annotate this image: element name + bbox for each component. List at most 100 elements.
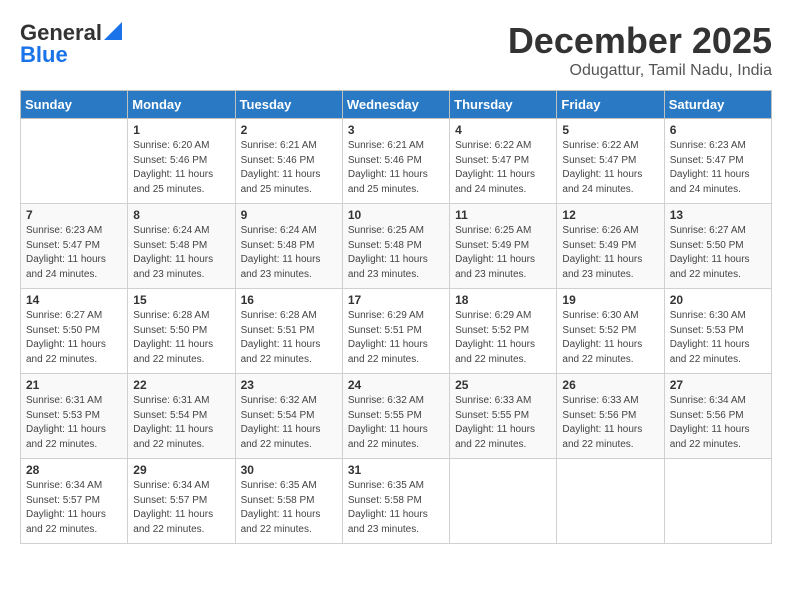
logo-triangle-icon (104, 22, 122, 40)
day-number: 3 (348, 123, 444, 137)
calendar-cell: 15 Sunrise: 6:28 AMSunset: 5:50 PMDayligh… (128, 289, 235, 374)
calendar-cell: 5 Sunrise: 6:22 AMSunset: 5:47 PMDaylight… (557, 119, 664, 204)
cell-sun-info: Sunrise: 6:32 AMSunset: 5:54 PMDaylight:… (241, 394, 337, 452)
calendar-cell: 17 Sunrise: 6:29 AMSunset: 5:51 PMDayligh… (342, 289, 449, 374)
calendar-cell: 22Sunrise: 6:31 AMSunset: 5:54 PMDayligh… (128, 374, 235, 459)
day-number: 13 (670, 208, 766, 222)
cell-sun-info: Sunrise: 6:30 AMSunset: 5:52 PMDaylight:… (562, 309, 658, 367)
day-number: 25 (455, 378, 551, 392)
day-number: 6 (670, 123, 766, 137)
calendar-cell: 25 Sunrise: 6:33 AMSunset: 5:55 PMDayligh… (450, 374, 557, 459)
day-number: 21 (26, 378, 122, 392)
calendar-cell: 3 Sunrise: 6:21 AMSunset: 5:46 PMDaylight… (342, 119, 449, 204)
day-header-tuesday: Tuesday (235, 91, 342, 119)
calendar-cell: 27 Sunrise: 6:34 AMSunset: 5:56 PMDayligh… (664, 374, 771, 459)
day-number: 26 (562, 378, 658, 392)
day-number: 12 (562, 208, 658, 222)
day-number: 7 (26, 208, 122, 222)
calendar-cell: 10Sunrise: 6:25 AMSunset: 5:48 PMDayligh… (342, 204, 449, 289)
day-number: 17 (348, 293, 444, 307)
day-number: 5 (562, 123, 658, 137)
cell-sun-info: Sunrise: 6:22 AMSunset: 5:47 PMDaylight:… (562, 139, 658, 197)
calendar-cell (664, 459, 771, 544)
day-number: 31 (348, 463, 444, 477)
day-number: 2 (241, 123, 337, 137)
calendar-cell: 11 Sunrise: 6:25 AMSunset: 5:49 PMDayligh… (450, 204, 557, 289)
calendar-cell: 26 Sunrise: 6:33 AMSunset: 5:56 PMDayligh… (557, 374, 664, 459)
day-header-sunday: Sunday (21, 91, 128, 119)
cell-sun-info: Sunrise: 6:29 AMSunset: 5:52 PMDaylight:… (455, 309, 551, 367)
day-number: 10 (348, 208, 444, 222)
cell-sun-info: Sunrise: 6:31 AMSunset: 5:53 PMDaylight:… (26, 394, 122, 452)
day-number: 4 (455, 123, 551, 137)
day-number: 23 (241, 378, 337, 392)
calendar-cell: 9 Sunrise: 6:24 AMSunset: 5:48 PMDaylight… (235, 204, 342, 289)
day-number: 28 (26, 463, 122, 477)
cell-sun-info: Sunrise: 6:24 AMSunset: 5:48 PMDaylight:… (133, 224, 229, 282)
day-number: 27 (670, 378, 766, 392)
cell-sun-info: Sunrise: 6:33 AMSunset: 5:56 PMDaylight:… (562, 394, 658, 452)
calendar-cell: 30Sunrise: 6:35 AMSunset: 5:58 PMDayligh… (235, 459, 342, 544)
calendar-cell: 23 Sunrise: 6:32 AMSunset: 5:54 PMDayligh… (235, 374, 342, 459)
logo: General Blue (20, 20, 122, 68)
cell-sun-info: Sunrise: 6:33 AMSunset: 5:55 PMDaylight:… (455, 394, 551, 452)
cell-sun-info: Sunrise: 6:30 AMSunset: 5:53 PMDaylight:… (670, 309, 766, 367)
cell-sun-info: Sunrise: 6:28 AMSunset: 5:50 PMDaylight:… (133, 309, 229, 367)
cell-sun-info: Sunrise: 6:21 AMSunset: 5:46 PMDaylight:… (348, 139, 444, 197)
calendar-cell (21, 119, 128, 204)
day-number: 24 (348, 378, 444, 392)
calendar-cell: 12 Sunrise: 6:26 AMSunset: 5:49 PMDayligh… (557, 204, 664, 289)
day-number: 11 (455, 208, 551, 222)
day-number: 20 (670, 293, 766, 307)
day-number: 14 (26, 293, 122, 307)
calendar-cell: 16Sunrise: 6:28 AMSunset: 5:51 PMDayligh… (235, 289, 342, 374)
cell-sun-info: Sunrise: 6:25 AMSunset: 5:49 PMDaylight:… (455, 224, 551, 282)
cell-sun-info: Sunrise: 6:32 AMSunset: 5:55 PMDaylight:… (348, 394, 444, 452)
cell-sun-info: Sunrise: 6:34 AMSunset: 5:56 PMDaylight:… (670, 394, 766, 452)
calendar-cell (557, 459, 664, 544)
cell-sun-info: Sunrise: 6:22 AMSunset: 5:47 PMDaylight:… (455, 139, 551, 197)
day-number: 18 (455, 293, 551, 307)
cell-sun-info: Sunrise: 6:23 AMSunset: 5:47 PMDaylight:… (26, 224, 122, 282)
day-header-monday: Monday (128, 91, 235, 119)
calendar-cell: 19Sunrise: 6:30 AMSunset: 5:52 PMDayligh… (557, 289, 664, 374)
location-subtitle: Odugattur, Tamil Nadu, India (508, 62, 772, 80)
day-header-friday: Friday (557, 91, 664, 119)
cell-sun-info: Sunrise: 6:34 AMSunset: 5:57 PMDaylight:… (133, 479, 229, 537)
header-row: SundayMondayTuesdayWednesdayThursdayFrid… (21, 91, 772, 119)
day-number: 8 (133, 208, 229, 222)
week-row-3: 14 Sunrise: 6:27 AMSunset: 5:50 PMDayligh… (21, 289, 772, 374)
calendar-cell: 24 Sunrise: 6:32 AMSunset: 5:55 PMDayligh… (342, 374, 449, 459)
calendar-cell: 18 Sunrise: 6:29 AMSunset: 5:52 PMDayligh… (450, 289, 557, 374)
cell-sun-info: Sunrise: 6:27 AMSunset: 5:50 PMDaylight:… (26, 309, 122, 367)
day-number: 15 (133, 293, 229, 307)
cell-sun-info: Sunrise: 6:35 AMSunset: 5:58 PMDaylight:… (241, 479, 337, 537)
day-number: 29 (133, 463, 229, 477)
calendar-table: SundayMondayTuesdayWednesdayThursdayFrid… (20, 90, 772, 544)
cell-sun-info: Sunrise: 6:24 AMSunset: 5:48 PMDaylight:… (241, 224, 337, 282)
month-title: December 2025 (508, 20, 772, 62)
calendar-cell: 29 Sunrise: 6:34 AMSunset: 5:57 PMDayligh… (128, 459, 235, 544)
cell-sun-info: Sunrise: 6:26 AMSunset: 5:49 PMDaylight:… (562, 224, 658, 282)
cell-sun-info: Sunrise: 6:35 AMSunset: 5:58 PMDaylight:… (348, 479, 444, 537)
calendar-cell: 4 Sunrise: 6:22 AMSunset: 5:47 PMDaylight… (450, 119, 557, 204)
calendar-cell: 20 Sunrise: 6:30 AMSunset: 5:53 PMDayligh… (664, 289, 771, 374)
title-block: December 2025 Odugattur, Tamil Nadu, Ind… (508, 20, 772, 80)
cell-sun-info: Sunrise: 6:27 AMSunset: 5:50 PMDaylight:… (670, 224, 766, 282)
cell-sun-info: Sunrise: 6:31 AMSunset: 5:54 PMDaylight:… (133, 394, 229, 452)
calendar-cell: 1Sunrise: 6:20 AMSunset: 5:46 PMDaylight… (128, 119, 235, 204)
day-number: 9 (241, 208, 337, 222)
calendar-cell: 13 Sunrise: 6:27 AMSunset: 5:50 PMDayligh… (664, 204, 771, 289)
calendar-cell: 8 Sunrise: 6:24 AMSunset: 5:48 PMDaylight… (128, 204, 235, 289)
calendar-cell (450, 459, 557, 544)
page-header: General Blue December 2025 Odugattur, Ta… (20, 20, 772, 80)
cell-sun-info: Sunrise: 6:29 AMSunset: 5:51 PMDaylight:… (348, 309, 444, 367)
day-number: 1 (133, 123, 229, 137)
calendar-cell: 2Sunrise: 6:21 AMSunset: 5:46 PMDaylight… (235, 119, 342, 204)
calendar-cell: 14 Sunrise: 6:27 AMSunset: 5:50 PMDayligh… (21, 289, 128, 374)
week-row-2: 7 Sunrise: 6:23 AMSunset: 5:47 PMDaylight… (21, 204, 772, 289)
cell-sun-info: Sunrise: 6:28 AMSunset: 5:51 PMDaylight:… (241, 309, 337, 367)
calendar-cell: 21 Sunrise: 6:31 AMSunset: 5:53 PMDayligh… (21, 374, 128, 459)
logo-text-blue: Blue (20, 42, 68, 68)
week-row-4: 21 Sunrise: 6:31 AMSunset: 5:53 PMDayligh… (21, 374, 772, 459)
